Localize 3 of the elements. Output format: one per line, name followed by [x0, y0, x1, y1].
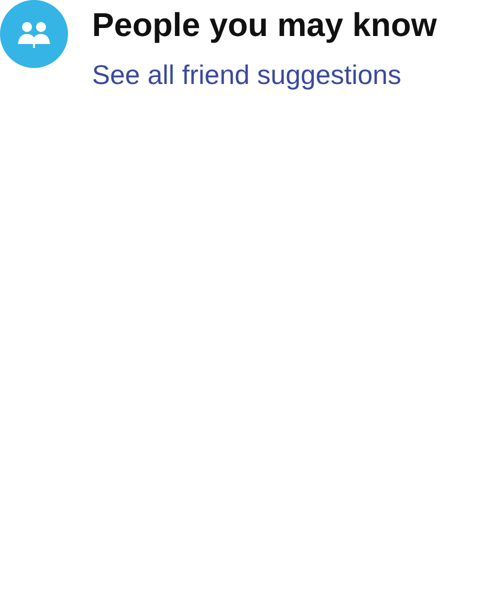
suggestions-link[interactable]: See all friend suggestions — [92, 62, 402, 89]
section-title: People you may know — [92, 8, 437, 41]
people-icon — [0, 0, 68, 68]
